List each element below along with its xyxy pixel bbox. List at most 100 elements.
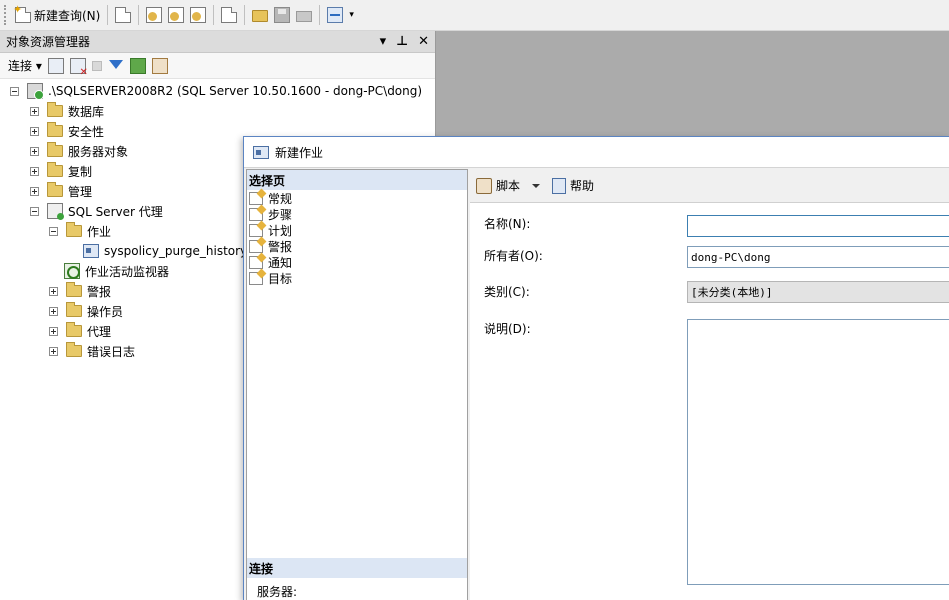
new-query2-button[interactable] — [218, 4, 240, 26]
toolbar-separator — [213, 5, 215, 25]
folder-icon — [66, 342, 82, 357]
dialog-title: 新建作业 — [275, 145, 324, 160]
print-button[interactable] — [293, 4, 315, 26]
expand-icon[interactable] — [49, 346, 58, 356]
filter-icon[interactable] — [108, 58, 124, 74]
tree-node-server-objects[interactable]: 服务器对象 — [30, 141, 128, 161]
name-label: 名称(N): — [484, 217, 531, 231]
folder-icon — [66, 302, 82, 317]
new-file-button[interactable] — [112, 4, 134, 26]
tree-node-databases[interactable]: 数据库 — [30, 101, 104, 121]
help-icon — [552, 177, 567, 194]
toolbar-separator — [244, 5, 246, 25]
page-label: 目标 — [268, 271, 293, 286]
script-button[interactable]: 脚本 — [496, 177, 520, 194]
category-select[interactable]: [未分类(本地)] — [687, 281, 949, 303]
toolbar-grip[interactable] — [4, 5, 8, 25]
expand-icon[interactable] — [30, 126, 39, 136]
expand-icon[interactable] — [49, 286, 58, 296]
script-activity-icon[interactable] — [151, 57, 168, 74]
tree-node-replication[interactable]: 复制 — [30, 161, 92, 181]
collapse-icon[interactable] — [49, 226, 58, 236]
tree-node-security[interactable]: 安全性 — [30, 121, 104, 141]
tree-node-agent[interactable]: SQL Server 代理 — [30, 201, 163, 221]
tree-node-operators[interactable]: 操作员 — [49, 301, 123, 321]
select-page-header: 选择页 — [247, 170, 467, 190]
object-explorer-toolbar: 连接 ▾ — [0, 53, 435, 79]
expand-icon[interactable] — [30, 146, 39, 156]
close-icon[interactable]: ✕ — [418, 34, 429, 49]
panel-menu-icon[interactable]: ▾ — [380, 34, 387, 49]
mdx-query-button[interactable] — [143, 4, 165, 26]
tree-node-label: 服务器对象 — [68, 144, 129, 159]
expand-icon[interactable] — [49, 326, 58, 336]
dialog-toolbar: 脚本 帮助 — [470, 169, 949, 203]
tree-node-proxies[interactable]: 代理 — [49, 321, 111, 341]
job-icon — [83, 244, 99, 258]
connect-dropdown[interactable]: 连接 ▾ — [8, 57, 42, 74]
description-textarea[interactable] — [687, 319, 949, 585]
select-page-panel: 选择页 常规 步骤 计划 警报 通知 目标 连接 服务器: — [246, 169, 468, 600]
expand-icon[interactable] — [30, 106, 39, 116]
folder-icon — [47, 122, 63, 137]
tree-node-job-item[interactable]: syspolicy_purge_history — [83, 241, 247, 261]
page-alerts[interactable]: 警报 — [247, 238, 467, 254]
folder-icon — [47, 142, 63, 157]
object-explorer-titlebar: 对象资源管理器 ▾ ⊥ ✕ — [0, 31, 435, 53]
page-icon — [249, 239, 263, 253]
folder-icon — [47, 162, 63, 177]
tree-node-management[interactable]: 管理 — [30, 181, 92, 201]
connect-server-icon[interactable] — [47, 57, 64, 74]
stop-icon[interactable] — [91, 60, 102, 71]
page-schedules[interactable]: 计划 — [247, 222, 467, 238]
expand-icon[interactable] — [30, 166, 39, 176]
tree-node-label: 警报 — [87, 284, 112, 299]
tree-node-job-activity-monitor[interactable]: 作业活动监视器 — [64, 261, 169, 281]
help-button[interactable]: 帮助 — [570, 177, 594, 194]
connection-header: 连接 — [247, 558, 467, 578]
new-file-icon — [115, 7, 132, 23]
tree-node-alerts[interactable]: 警报 — [49, 281, 111, 301]
page-notifications[interactable]: 通知 — [247, 254, 467, 270]
server-icon — [27, 83, 44, 100]
category-label: 类别(C): — [484, 285, 530, 299]
refresh-icon[interactable] — [129, 57, 146, 74]
activity-monitor-button[interactable] — [324, 4, 346, 26]
xmla-query-icon — [190, 7, 207, 23]
page-label: 步骤 — [268, 207, 293, 222]
toolbar-separator — [319, 5, 321, 25]
tree-node-label: syspolicy_purge_history — [104, 244, 248, 258]
expand-icon[interactable] — [49, 306, 58, 316]
collapse-icon[interactable] — [30, 206, 39, 216]
page-targets[interactable]: 目标 — [247, 270, 467, 286]
dmx-query-button[interactable] — [165, 4, 187, 26]
tree-node-error-logs[interactable]: 错误日志 — [49, 341, 135, 361]
sql-agent-icon — [47, 203, 64, 220]
script-dropdown-icon[interactable] — [532, 183, 541, 188]
owner-label: 所有者(O): — [484, 249, 543, 263]
new-job-dialog: 新建作业 选择页 常规 步骤 计划 警报 通知 目标 连接 服务器: 脚本 帮助… — [243, 136, 949, 600]
new-query-button[interactable]: 新建查询(N) — [12, 3, 103, 26]
folder-icon — [66, 222, 82, 237]
tree-node-label: 作业活动监视器 — [85, 264, 170, 279]
collapse-icon[interactable] — [10, 86, 19, 96]
disconnect-icon[interactable] — [69, 57, 88, 78]
tree-node-server[interactable]: .\SQLSERVER2008R2 (SQL Server 10.50.1600… — [10, 81, 422, 101]
tree-node-label: SQL Server 代理 — [68, 204, 163, 219]
owner-input[interactable]: dong-PC\dong — [687, 246, 949, 268]
tree-node-jobs[interactable]: 作业 — [49, 221, 111, 241]
name-input[interactable] — [687, 215, 949, 237]
pin-icon[interactable]: ⊥ — [396, 34, 408, 49]
page-label: 通知 — [268, 255, 293, 270]
save-button[interactable] — [271, 4, 293, 26]
page-label: 计划 — [268, 223, 293, 238]
toolbar-separator — [107, 5, 109, 25]
open-file-button[interactable] — [249, 4, 271, 26]
dialog-titlebar: 新建作业 — [244, 137, 949, 168]
page-general[interactable]: 常规 — [247, 190, 467, 206]
tree-node-label: .\SQLSERVER2008R2 (SQL Server 10.50.1600… — [48, 84, 423, 98]
expand-icon[interactable] — [30, 186, 39, 196]
page-steps[interactable]: 步骤 — [247, 206, 467, 222]
toolbar-overflow-button[interactable]: ▾ — [346, 4, 357, 26]
xmla-query-button[interactable] — [187, 4, 209, 26]
